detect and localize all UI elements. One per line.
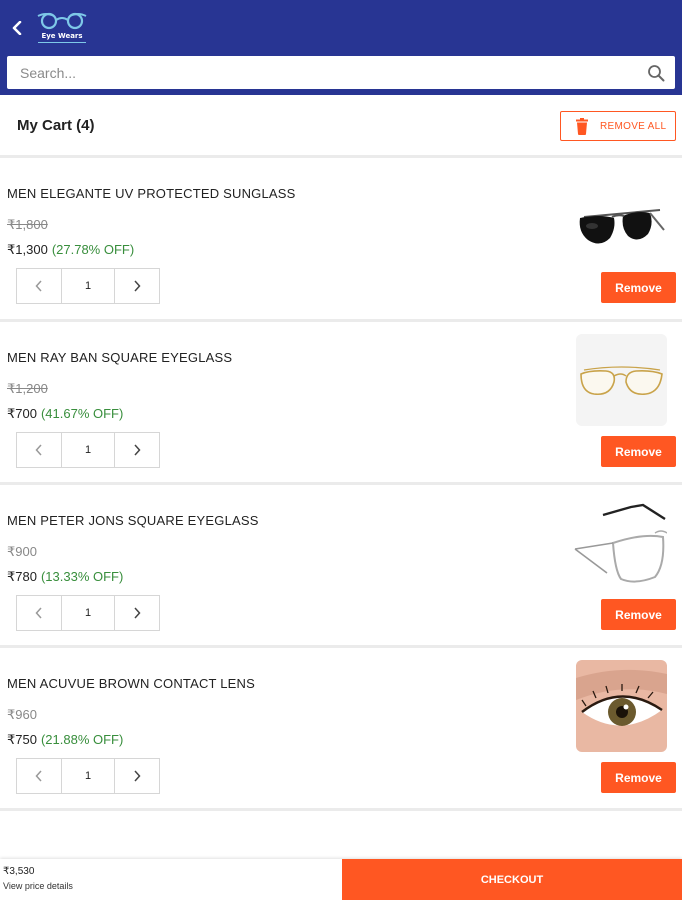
search-bar (7, 56, 675, 89)
remove-item-button[interactable]: Remove (601, 762, 676, 793)
checkout-bar: ₹3,530 View price details CHECKOUT (0, 859, 682, 900)
app-bar: Eye Wears (0, 0, 682, 95)
price-line: ₹750 (21.88% OFF) (7, 732, 123, 748)
logo-underline (38, 42, 86, 43)
selling-price: ₹1,300 (7, 242, 48, 257)
increase-quantity-button[interactable] (114, 759, 159, 793)
logo-text: Eye Wears (41, 32, 83, 40)
cart-total: ₹3,530 (3, 866, 35, 877)
view-price-details-link[interactable]: View price details (3, 881, 73, 891)
search-icon[interactable] (647, 64, 665, 82)
decrease-quantity-button[interactable] (17, 269, 62, 303)
cart-item: MEN ELEGANTE UV PROTECTED SUNGLASS ₹1,80… (0, 158, 682, 318)
remove-all-label: REMOVE ALL (600, 121, 667, 132)
app-logo: Eye Wears (36, 10, 94, 44)
product-image-sunglass[interactable] (576, 170, 667, 262)
cart-item: MEN PETER JONS SQUARE EYEGLASS ₹900 ₹780… (0, 485, 682, 645)
quantity-stepper: 1 (16, 595, 160, 631)
chevron-right-icon (134, 280, 141, 292)
search-input[interactable] (7, 56, 627, 89)
increase-quantity-button[interactable] (114, 269, 159, 303)
quantity-stepper: 1 (16, 758, 160, 794)
chevron-right-icon (134, 444, 141, 456)
price-line: ₹1,300 (27.78% OFF) (7, 242, 134, 258)
decrease-quantity-button[interactable] (17, 596, 62, 630)
decrease-quantity-button[interactable] (17, 433, 62, 467)
remove-item-button[interactable]: Remove (601, 599, 676, 630)
discount-percent: (27.78% OFF) (51, 242, 135, 257)
glasses-logo-icon (37, 12, 87, 30)
original-price: ₹1,800 (7, 217, 48, 232)
decrease-quantity-button[interactable] (17, 759, 62, 793)
price-line: ₹780 (13.33% OFF) (7, 569, 123, 585)
product-name[interactable]: MEN RAY BAN SQUARE EYEGLASS (7, 350, 232, 365)
cart-item: MEN RAY BAN SQUARE EYEGLASS ₹1,200 ₹700(… (0, 322, 682, 482)
original-price: ₹1,200 (7, 381, 48, 396)
selling-price: ₹750 (7, 732, 37, 747)
divider (0, 808, 682, 811)
increase-quantity-button[interactable] (114, 596, 159, 630)
cart-header: My Cart (4) REMOVE ALL (0, 97, 682, 155)
cart-title: My Cart (4) (17, 117, 95, 134)
chevron-left-icon (35, 770, 42, 782)
selling-price: ₹700 (7, 406, 37, 421)
original-price: ₹960 (7, 707, 37, 722)
product-image-silver-eyeglass[interactable] (570, 493, 667, 585)
quantity-value: 1 (84, 280, 92, 292)
selling-price: ₹780 (7, 569, 37, 584)
quantity-value: 1 (84, 444, 92, 456)
chevron-left-icon (35, 280, 42, 292)
discount-percent: (21.88% OFF) (40, 732, 124, 747)
chevron-right-icon (134, 607, 141, 619)
product-image-contact-lens[interactable] (576, 660, 667, 752)
chevron-left-icon (12, 21, 22, 35)
product-name[interactable]: MEN ACUVUE BROWN CONTACT LENS (7, 676, 255, 691)
discount-percent: (41.67% OFF) (40, 406, 124, 421)
original-price: ₹900 (7, 544, 37, 559)
remove-item-button[interactable]: Remove (601, 436, 676, 467)
remove-all-button[interactable]: REMOVE ALL (560, 111, 676, 141)
back-button[interactable] (8, 17, 26, 39)
chevron-right-icon (134, 770, 141, 782)
product-image-gold-eyeglass[interactable] (576, 334, 667, 426)
product-name[interactable]: MEN PETER JONS SQUARE EYEGLASS (7, 513, 259, 528)
chevron-left-icon (35, 607, 42, 619)
discount-percent: (13.33% OFF) (40, 569, 124, 584)
price-line: ₹700 (41.67% OFF) (7, 406, 123, 422)
checkout-button[interactable]: CHECKOUT (342, 859, 682, 900)
quantity-value: 1 (84, 770, 92, 782)
trash-icon (576, 118, 588, 135)
cart-item: MEN ACUVUE BROWN CONTACT LENS ₹960 ₹750(… (0, 648, 682, 808)
quantity-stepper: 1 (16, 268, 160, 304)
product-name[interactable]: MEN ELEGANTE UV PROTECTED SUNGLASS (7, 186, 296, 201)
quantity-stepper: 1 (16, 432, 160, 468)
remove-item-button[interactable]: Remove (601, 272, 676, 303)
increase-quantity-button[interactable] (114, 433, 159, 467)
chevron-left-icon (35, 444, 42, 456)
quantity-value: 1 (84, 607, 92, 619)
